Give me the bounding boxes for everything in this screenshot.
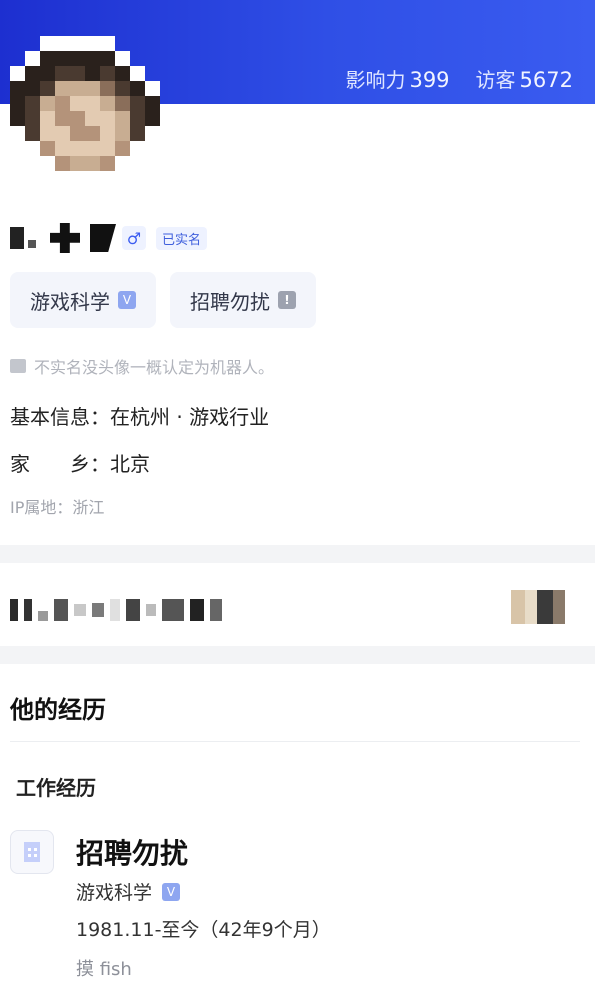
visitors-label: 访客 xyxy=(475,68,516,92)
redacted-name-part xyxy=(50,223,80,253)
verified-v-icon: V xyxy=(162,882,181,901)
influence-label: 影响力 xyxy=(345,68,406,92)
tag-company-label: 游戏科学 xyxy=(30,289,110,314)
profile-tip: 不实名没头像一概认定为机器人。 xyxy=(10,354,274,378)
work-experience-title: 工作经历 xyxy=(16,776,96,800)
job-period: 1981.11-至今（42年9个月） xyxy=(76,919,331,941)
redacted-content-row[interactable] xyxy=(10,596,222,624)
avatar[interactable] xyxy=(10,36,160,186)
warning-icon: ! xyxy=(278,291,296,309)
company-name: 游戏科学 xyxy=(76,882,153,904)
user-name-row: ♂ 已实名 xyxy=(10,218,208,258)
ip-location: IP属地：浙江 xyxy=(10,498,105,517)
verified-badge: 已实名 xyxy=(156,226,208,250)
verified-v-icon: V xyxy=(118,291,136,309)
job-title[interactable]: 招聘勿扰 xyxy=(76,832,188,872)
profile-tags: 游戏科学 V 招聘勿扰 ! xyxy=(10,272,316,328)
tag-recruit[interactable]: 招聘勿扰 ! xyxy=(170,272,316,328)
redacted-name-part xyxy=(28,240,36,248)
basic-info: 基本信息：在杭州 · 游戏行业 xyxy=(10,405,270,429)
male-icon: ♂ xyxy=(122,226,146,250)
thumbs-up-icon xyxy=(10,359,26,373)
job-description: 摸 fish xyxy=(76,959,132,980)
building-icon xyxy=(10,830,54,874)
section-divider xyxy=(0,646,595,664)
hometown: 家 乡：北京 xyxy=(10,452,150,476)
visitors-value: 5672 xyxy=(519,68,573,92)
tag-company[interactable]: 游戏科学 V xyxy=(10,272,156,328)
tag-recruit-label: 招聘勿扰 xyxy=(190,289,270,314)
redacted-thumbnail[interactable] xyxy=(511,590,565,624)
experience-section-title: 他的经历 xyxy=(10,696,106,724)
profile-stats: 影响力 399 访客 5672 xyxy=(345,64,573,93)
redacted-name-part xyxy=(90,224,116,252)
visitors-stat[interactable]: 访客 5672 xyxy=(476,64,573,93)
section-divider-line xyxy=(10,741,580,742)
influence-value: 399 xyxy=(409,68,450,92)
company-name-row[interactable]: 游戏科学 V xyxy=(76,878,181,905)
redacted-name xyxy=(10,227,24,249)
tip-text: 不实名没头像一概认定为机器人。 xyxy=(34,358,275,377)
influence-stat[interactable]: 影响力 399 xyxy=(345,64,449,93)
section-divider xyxy=(0,545,595,563)
